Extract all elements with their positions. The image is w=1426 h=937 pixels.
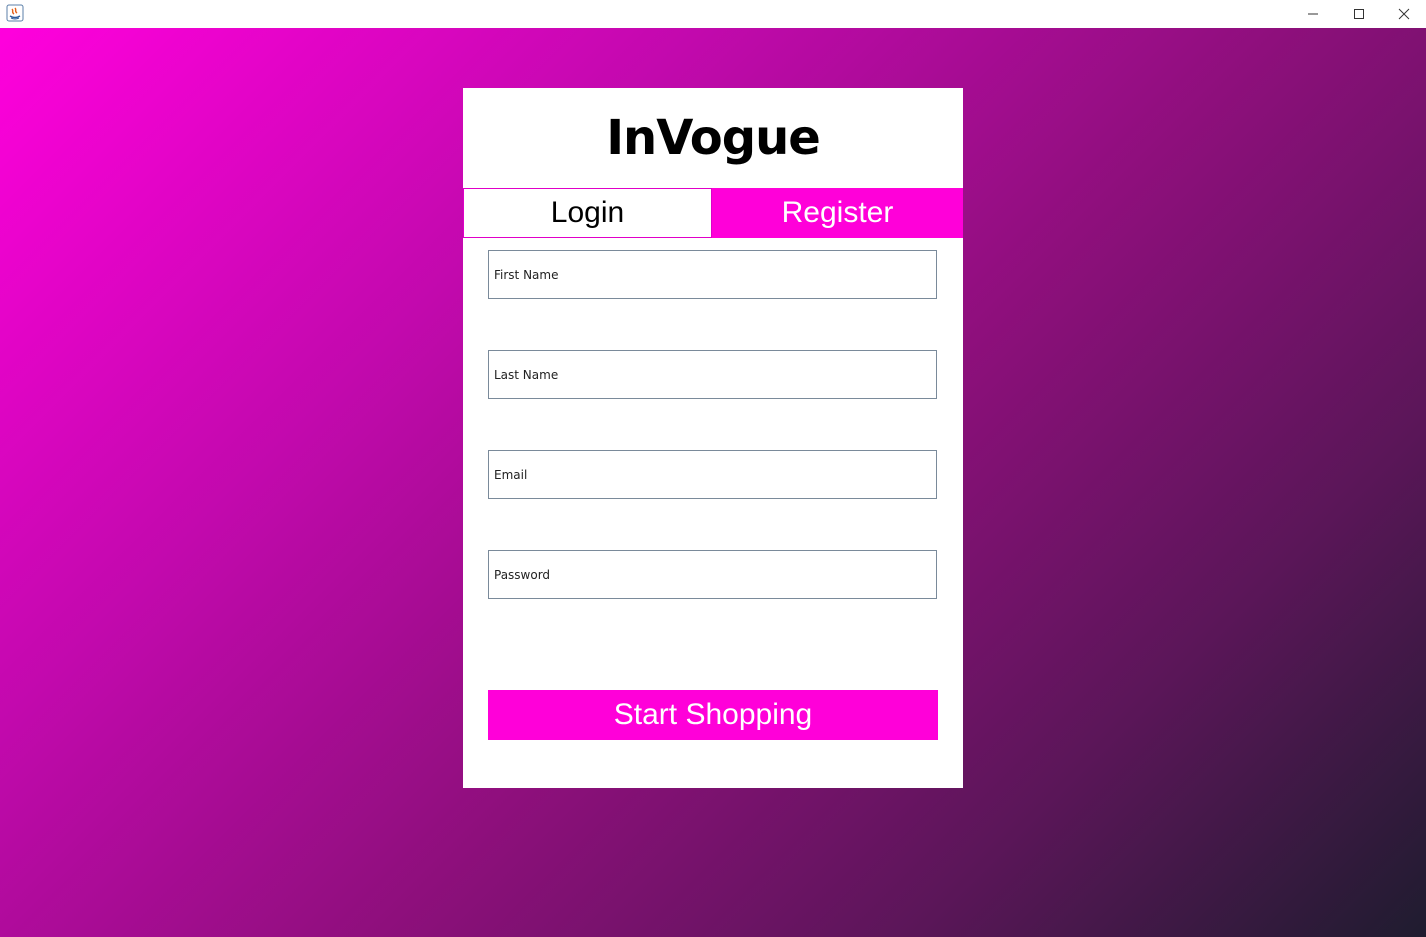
password-field[interactable]: Password xyxy=(488,550,937,599)
close-button[interactable] xyxy=(1381,0,1426,28)
tab-register[interactable]: Register xyxy=(712,188,963,238)
email-field[interactable]: Email xyxy=(488,450,937,499)
java-app-icon[interactable] xyxy=(6,4,24,22)
window-titlebar xyxy=(0,0,1426,28)
brand-title: InVogue xyxy=(606,110,821,166)
password-placeholder: Password xyxy=(494,567,551,582)
register-card: InVogue Login Register First Name Last N… xyxy=(463,88,963,788)
auth-tabs: Login Register xyxy=(463,188,963,238)
maximize-button[interactable] xyxy=(1336,0,1382,28)
close-icon xyxy=(1398,8,1410,20)
last-name-placeholder: Last Name xyxy=(494,367,559,382)
tab-login[interactable]: Login xyxy=(463,188,712,238)
first-name-placeholder: First Name xyxy=(494,267,559,282)
maximize-icon xyxy=(1354,9,1364,19)
first-name-field[interactable]: First Name xyxy=(488,250,937,299)
email-placeholder: Email xyxy=(494,467,528,482)
last-name-field[interactable]: Last Name xyxy=(488,350,937,399)
minimize-button[interactable] xyxy=(1290,0,1336,28)
minimize-icon xyxy=(1308,13,1318,15)
start-shopping-button[interactable]: Start Shopping xyxy=(488,690,938,740)
